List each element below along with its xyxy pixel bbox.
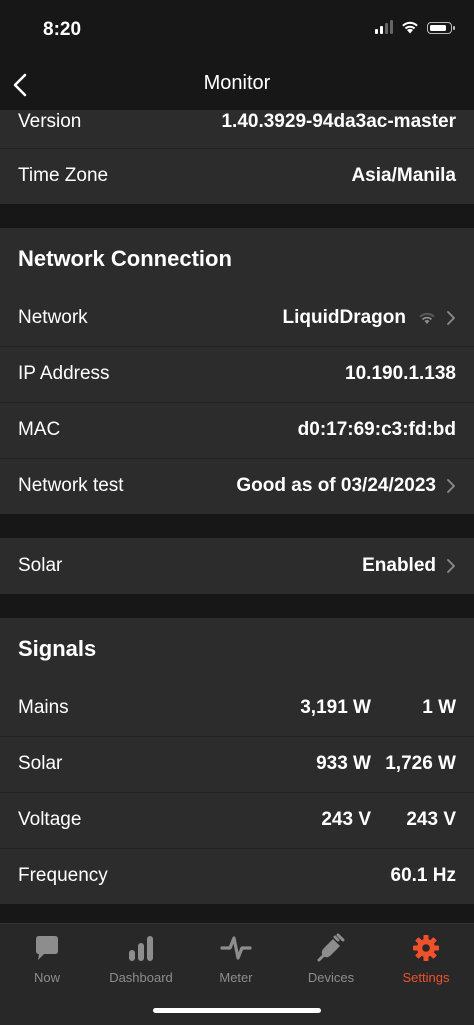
solar-value: Enabled <box>362 555 436 576</box>
voltage-value-1: 243 V <box>321 809 371 830</box>
tab-meter[interactable]: Meter <box>189 932 283 985</box>
section-title: Network Connection <box>18 246 232 271</box>
wifi-icon <box>402 21 418 34</box>
solar-signal-values: 933 W 1,726 W <box>251 753 456 775</box>
tab-devices[interactable]: Devices <box>284 932 378 985</box>
mains-row: Mains 3,191 W 1 W <box>0 680 474 736</box>
solar-value-1: 933 W <box>316 753 371 774</box>
network-test-value: Good as of 03/24/2023 <box>236 475 436 496</box>
section-title: Signals <box>18 636 97 661</box>
signals-header: Signals <box>0 618 474 680</box>
network-test-label: Network test <box>18 475 124 496</box>
wifi-icon <box>419 312 435 324</box>
home-indicator[interactable] <box>153 1008 321 1013</box>
ip-address-label: IP Address <box>18 363 110 384</box>
pulse-icon <box>220 936 252 960</box>
tab-label: Meter <box>219 970 253 985</box>
network-connection-header: Network Connection <box>0 228 474 290</box>
chevron-right-icon <box>447 311 455 325</box>
voltage-values: 243 V 243 V <box>251 809 456 831</box>
status-time: 8:20 <box>43 19 82 40</box>
timezone-value: Asia/Manila <box>351 165 456 186</box>
solar-signal-row: Solar 933 W 1,726 W <box>0 736 474 792</box>
battery-icon <box>427 22 455 34</box>
solar-signal-label: Solar <box>18 753 63 774</box>
section-divider <box>0 514 474 538</box>
version-value: 1.40.3929-94da3ac-master <box>221 111 456 132</box>
tab-label: Devices <box>307 970 355 985</box>
navigation-bar: Monitor <box>0 60 474 110</box>
frequency-row: Frequency 60.1 Hz <box>0 848 474 904</box>
chevron-right-icon <box>447 479 455 493</box>
bar-chart-icon <box>129 936 153 961</box>
mac-value: d0:17:69:c3:fd:bd <box>297 419 456 440</box>
status-bar: 8:20 <box>0 0 474 60</box>
voltage-label: Voltage <box>18 809 82 830</box>
ip-address-value: 10.190.1.138 <box>345 363 456 384</box>
mains-label: Mains <box>18 697 69 718</box>
mac-label: MAC <box>18 419 61 440</box>
plug-icon <box>317 933 345 962</box>
mains-value-1: 3,191 W <box>300 697 371 718</box>
page-title: Monitor <box>203 72 271 94</box>
timezone-label: Time Zone <box>18 165 109 186</box>
mains-value-2: 1 W <box>422 697 456 718</box>
section-divider <box>0 204 474 228</box>
network-value: LiquidDragon <box>282 307 406 328</box>
chevron-right-icon <box>447 559 455 573</box>
tab-dashboard[interactable]: Dashboard <box>94 932 188 985</box>
frequency-label: Frequency <box>18 865 108 886</box>
section-divider <box>0 594 474 618</box>
version-label: Version <box>18 111 82 132</box>
cellular-signal-icon <box>375 20 393 34</box>
network-label: Network <box>18 307 88 328</box>
voltage-row: Voltage 243 V 243 V <box>0 792 474 848</box>
network-test-row[interactable]: Network test Good as of 03/24/2023 <box>0 458 474 514</box>
tab-label: Now <box>33 970 60 985</box>
gear-icon <box>413 935 439 961</box>
tab-label: Dashboard <box>109 970 173 985</box>
voltage-value-2: 243 V <box>406 809 456 830</box>
speech-bubble-icon <box>36 936 58 960</box>
ip-address-row: IP Address 10.190.1.138 <box>0 346 474 402</box>
version-row: Version 1.40.3929-94da3ac-master <box>0 110 474 148</box>
frequency-value: 60.1 Hz <box>390 865 456 886</box>
solar-value-2: 1,726 W <box>385 753 456 774</box>
mains-values: 3,191 W 1 W <box>251 697 456 719</box>
tab-label: Settings <box>402 970 450 985</box>
tab-settings[interactable]: Settings <box>379 932 473 985</box>
mac-row: MAC d0:17:69:c3:fd:bd <box>0 402 474 458</box>
tab-now[interactable]: Now <box>0 932 94 985</box>
timezone-row: Time Zone Asia/Manila <box>0 148 474 204</box>
solar-row[interactable]: Solar Enabled <box>0 538 474 594</box>
status-icons <box>375 20 455 34</box>
solar-label: Solar <box>18 555 63 576</box>
network-row[interactable]: Network LiquidDragon <box>0 290 474 346</box>
monitor-details: Version 1.40.3929-94da3ac-master Time Zo… <box>0 110 474 923</box>
